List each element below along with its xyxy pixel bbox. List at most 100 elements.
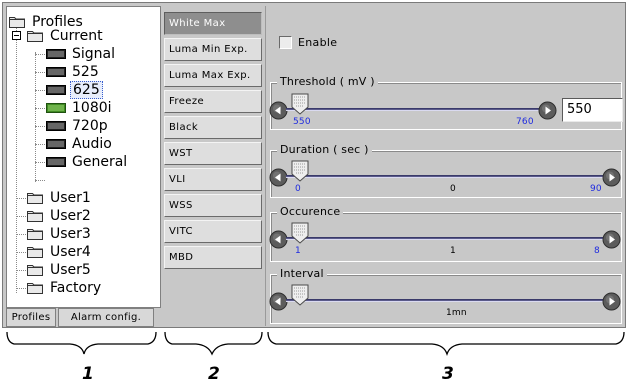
tree-item-signal[interactable]: Signal [46,45,117,62]
module-icon [46,66,66,77]
tree-connector [35,144,45,145]
tree-connector [35,126,45,127]
tab-profiles[interactable]: Profiles [6,308,56,327]
brace-3 [267,331,625,357]
folder-icon [27,227,43,240]
duration-title: Duration ( sec ) [277,143,372,157]
enable-checkbox[interactable] [279,36,292,49]
module-icon [46,138,66,149]
tree-item-user1[interactable]: User1 [27,189,93,206]
module-icon [46,156,66,167]
folder-icon [27,245,43,258]
tree-item-label: Signal [72,45,116,62]
callout-2: 2 [208,364,220,384]
occurence-slider-thumb[interactable] [290,222,310,244]
threshold-slider-track[interactable] [286,108,542,111]
duration-min-label: 0 [295,184,301,194]
function-button-white-max[interactable]: White Max [164,12,262,35]
duration-slider-thumb[interactable] [290,160,310,182]
tree-item-label: 525 [72,63,99,80]
tree-item-user2[interactable]: User2 [27,207,93,224]
module-icon [46,84,66,95]
folder-icon [27,263,43,276]
occurence-min-label: 1 [295,246,301,256]
profile-tree[interactable]: Profiles Current Signal 525 625 1080i 72… [6,6,161,308]
threshold-max-label: 760 [516,117,534,127]
tree-item-label: User2 [50,207,91,224]
tree-item-label: User4 [50,243,91,260]
function-button-wst[interactable]: WST [164,142,262,165]
collapse-toggle-icon[interactable] [12,31,21,40]
tree-item-user3[interactable]: User3 [27,225,93,242]
tree-item-audio[interactable]: Audio [46,135,114,152]
threshold-slider-thumb[interactable] [290,93,310,115]
function-button-vitc[interactable]: VITC [164,220,262,243]
threshold-increment-button[interactable] [538,101,557,120]
tree-item-label: General [72,153,128,170]
active-module-icon [46,102,66,113]
tree-item-label: 1080i [72,99,112,116]
tree-connector [35,90,45,91]
tree-item-525[interactable]: 525 [46,63,101,80]
brace-1 [6,331,157,355]
interval-increment-button[interactable] [602,292,621,311]
tree-connector [16,288,26,289]
threshold-value-input[interactable]: 550 [562,98,623,122]
folder-icon [27,209,43,222]
threshold-min-label: 550 [293,117,311,127]
tree-connector [35,180,45,181]
tree-item-720p[interactable]: 720p [46,117,110,134]
tree-item-label: Current [50,27,103,44]
function-button-vli[interactable]: VLI [164,168,262,191]
folder-icon [9,15,25,28]
duration-current-label: 0 [450,184,456,194]
function-button-column: White Max Luma Min Exp. Luma Max Exp. Fr… [164,6,262,326]
enable-label: Enable [298,36,338,49]
function-button-wss[interactable]: WSS [164,194,262,217]
function-button-black[interactable]: Black [164,116,262,139]
interval-slider-thumb[interactable] [290,284,310,306]
region-braces [6,331,625,357]
module-icon [46,48,66,59]
tree-connector [16,234,26,235]
interval-current-label: 1mn [446,308,467,318]
function-button-luma-max-exp[interactable]: Luma Max Exp. [164,64,262,87]
duration-slider-track[interactable] [286,175,606,178]
tree-connector [16,198,26,199]
interval-slider-track[interactable] [286,299,606,302]
folder-icon [27,191,43,204]
folder-icon [27,29,43,42]
tree-connector [16,270,26,271]
occurence-slider-track[interactable] [286,237,606,240]
tree-connector [35,162,45,163]
application-window: Profiles Current Signal 525 625 1080i 72… [2,2,626,328]
tree-item-factory[interactable]: Factory [27,279,103,296]
tree-item-user4[interactable]: User4 [27,243,93,260]
tree-connector [16,252,26,253]
occurence-increment-button[interactable] [602,230,621,249]
tree-item-user5[interactable]: User5 [27,261,93,278]
callout-3: 3 [442,364,454,384]
tree-item-current[interactable]: Current [27,27,105,44]
function-button-mbd[interactable]: MBD [164,246,262,269]
duration-max-label: 90 [590,184,602,194]
tree-item-general[interactable]: General [46,153,129,170]
module-icon [46,120,66,131]
duration-increment-button[interactable] [602,168,621,187]
interval-title: Interval [277,267,327,281]
tree-connector [16,216,26,217]
tree-item-625[interactable]: 625 [46,80,103,99]
tab-alarm-config[interactable]: Alarm config. [58,308,154,327]
threshold-title: Threshold ( mV ) [277,75,378,89]
tree-item-1080i[interactable]: 1080i [46,99,114,116]
tree-item-label: 625 [70,80,103,99]
function-button-luma-min-exp[interactable]: Luma Min Exp. [164,38,262,61]
tree-item-label: Audio [72,135,112,152]
occurence-max-label: 8 [594,246,600,256]
occurence-title: Occurence [277,205,344,219]
function-button-freeze[interactable]: Freeze [164,90,262,113]
tree-item-label: User3 [50,225,91,242]
callout-1: 1 [82,364,94,384]
folder-icon [27,281,43,294]
tree-item-label: User5 [50,261,91,278]
